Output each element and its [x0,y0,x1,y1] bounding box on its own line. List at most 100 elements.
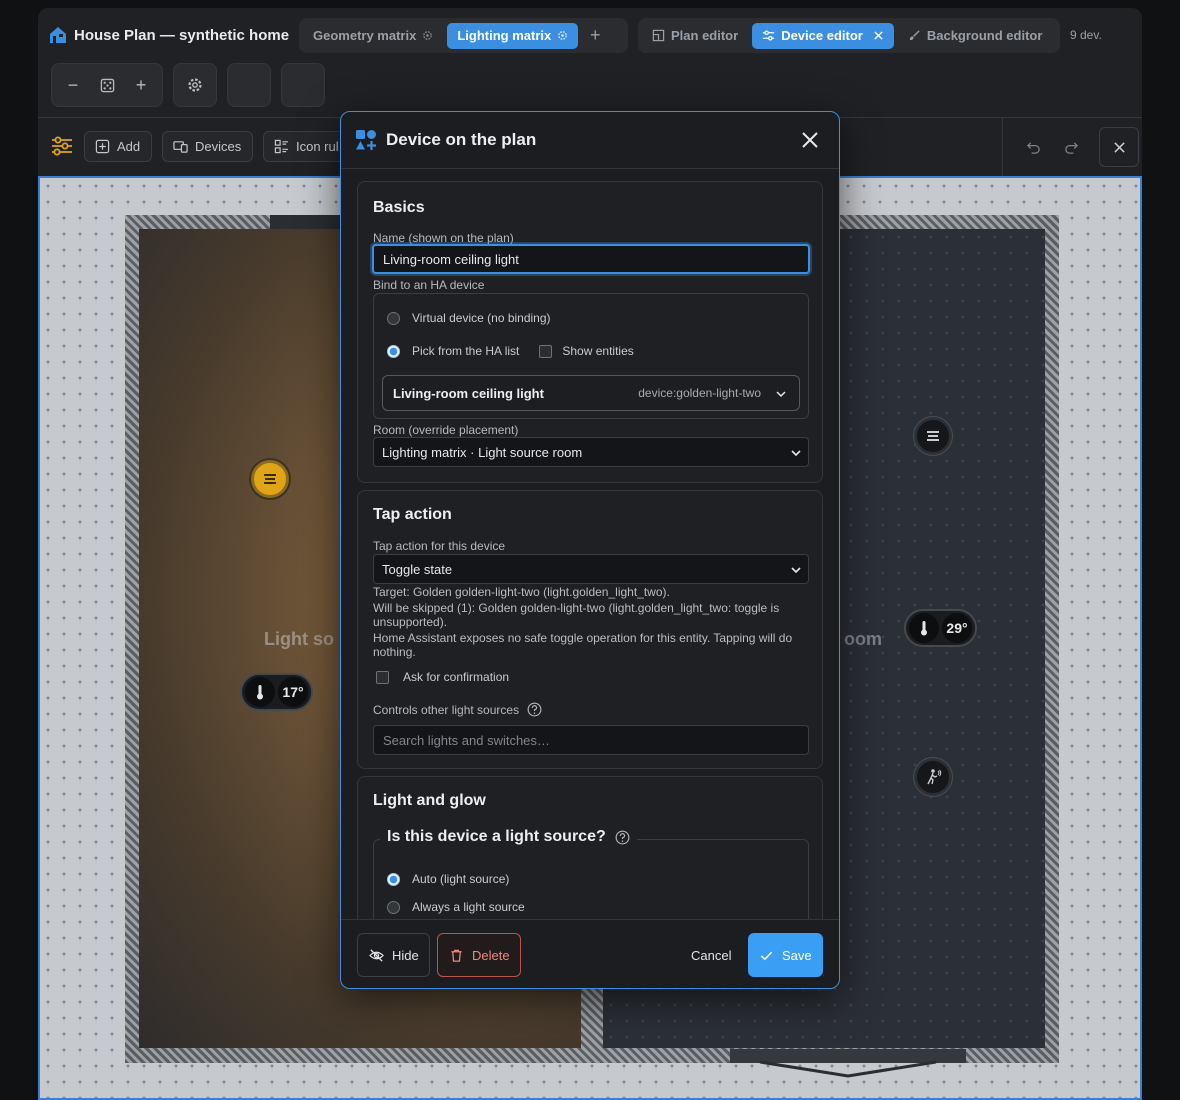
toolbar-slot[interactable] [227,63,271,107]
devices-button[interactable]: Devices [162,131,253,162]
view-toolbar: − + [51,63,325,107]
redo-button[interactable] [1055,131,1087,163]
basics-section: Basics Name (shown on the plan) Bind to … [357,181,823,483]
sliders-icon [763,30,775,41]
save-button[interactable]: Save [748,933,823,977]
ask-confirmation-option[interactable]: Ask for confirmation [376,670,509,684]
dialog-body[interactable]: Basics Name (shown on the plan) Bind to … [341,170,839,919]
thermometer-icon [909,613,939,643]
close-icon[interactable] [873,30,884,41]
tab-device-editor[interactable]: Device editor [752,22,894,49]
devices-icon [173,141,188,153]
light-source-fieldset: Is this device a light source? Auto (lig… [373,828,809,919]
icon-rules-button[interactable]: Icon rul [263,131,341,162]
app-title-row: House Plan — synthetic home [48,18,289,52]
virtual-device-option[interactable]: Virtual device (no binding) [387,311,551,325]
settings-button[interactable] [178,68,212,102]
thermometer-icon [245,677,275,707]
tab-background-editor[interactable]: Background editor [898,23,1053,49]
delete-button[interactable]: Delete [437,933,521,977]
gear-icon[interactable] [557,30,568,41]
section-title: Basics [373,199,425,216]
temperature-value: 29° [942,613,972,643]
tab-plan-editor[interactable]: Plan editor [642,23,748,49]
light-icon [264,474,276,484]
option-label: Always a light source [412,900,525,914]
zoom-out-button[interactable]: − [56,68,90,102]
add-label: Add [117,139,141,154]
temperature-badge[interactable]: 29° [904,609,977,647]
option-label: Auto (light source) [412,872,510,886]
device-count: 9 dev. [1070,28,1102,42]
auto-light-option[interactable]: Auto (light source) [387,872,509,886]
save-label: Save [782,947,812,963]
ha-device-select[interactable]: Living-room ceiling light device:golden-… [382,375,800,411]
ha-device-name: Living-room ceiling light [393,385,544,401]
name-label: Name (shown on the plan) [373,231,514,245]
skip-note: Will be skipped (1): Golden golden-light… [373,601,780,629]
settings-group [173,63,217,107]
devices-label: Devices [195,139,242,154]
tab-label: Device editor [781,28,863,43]
light-search-input[interactable] [373,725,809,755]
help-icon[interactable] [527,702,542,717]
app-title: House Plan — synthetic home [74,26,290,44]
target-note: Target: Golden golden-light-two (light.g… [373,585,670,599]
eye-off-icon [369,948,384,962]
gear-icon [188,78,202,92]
tap-action-label: Tap action for this device [373,539,506,553]
cancel-button[interactable]: Cancel [681,933,741,977]
radio[interactable] [387,344,400,358]
pick-ha-option[interactable]: Pick from the HA list Show entities [387,344,634,358]
hide-button[interactable]: Hide [357,933,430,977]
motion-sensor-marker[interactable] [914,758,952,796]
always-light-option[interactable]: Always a light source [387,900,525,914]
motion-icon [927,769,942,785]
section-title: Tap action [373,506,452,523]
room-select[interactable]: Lighting matrix · Light source room [373,437,809,467]
temperature-badge[interactable]: 17° [240,673,313,711]
undo-button[interactable] [1017,131,1049,163]
close-editor-button[interactable] [1099,127,1139,167]
tab-lighting-matrix[interactable]: Lighting matrix [447,22,579,49]
radio[interactable] [387,311,400,325]
chevron-down-icon [776,391,786,398]
tab-geometry-matrix[interactable]: Geometry matrix [303,23,443,49]
radio[interactable] [387,872,400,886]
hide-label: Hide [392,947,419,963]
toolbar-slot[interactable] [281,63,325,107]
redo-icon [1064,141,1078,154]
light-marker[interactable] [914,417,952,455]
temperature-value: 17° [278,677,308,707]
fit-view-button[interactable] [90,68,124,102]
delete-label: Delete [472,947,510,963]
add-tab-button[interactable]: + [582,23,608,49]
help-icon[interactable] [615,830,630,845]
close-icon [1113,141,1125,153]
show-entities-label: Show entities [562,344,634,358]
zoom-in-button[interactable]: + [124,68,158,102]
tap-action-value: Toggle state [382,561,453,577]
gear-icon[interactable] [422,30,433,41]
tap-action-select[interactable]: Toggle state [373,554,809,584]
option-label: Virtual device (no binding) [412,311,551,325]
tab-label: Geometry matrix [313,28,417,43]
controls-label-row: Controls other light sources [373,702,542,717]
device-name-input[interactable] [372,244,810,274]
trash-icon [451,949,462,962]
show-entities-checkbox[interactable] [539,344,553,358]
ceiling-light-marker[interactable] [251,460,289,498]
close-icon[interactable] [799,129,821,151]
icon-rules-label: Icon rul [296,139,339,154]
fieldset-legend: Is this device a light source? [380,828,637,846]
floor-tabs: Geometry matrix Lighting matrix + [299,18,628,53]
check-icon [760,951,773,960]
tap-action-section: Tap action Tap action for this device To… [357,490,823,769]
radio[interactable] [387,900,400,914]
add-device-button[interactable]: Add [84,131,152,162]
ask-confirmation-label: Ask for confirmation [403,670,510,684]
filters-icon[interactable] [50,134,74,158]
room-label: oom [844,629,882,649]
ask-confirmation-checkbox[interactable] [376,670,389,684]
light-glow-section: Light and glow Is this device a light so… [357,776,823,919]
